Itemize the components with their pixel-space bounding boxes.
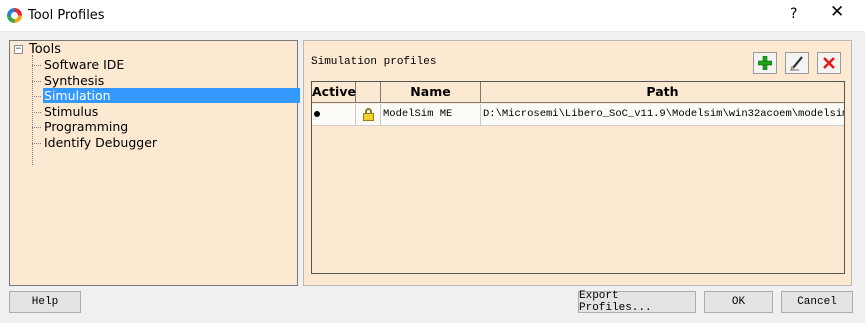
delete-profile-button[interactable] [817, 52, 841, 74]
tree-item-software-ide[interactable]: Software IDE [32, 57, 300, 73]
profiles-table: Active Name Path ModelSim ME D:\Microsem… [311, 81, 845, 274]
close-button[interactable]: ✕ [830, 4, 844, 21]
table-header: Active Name Path [312, 82, 844, 103]
active-radio-icon[interactable] [314, 111, 320, 117]
edit-profile-button[interactable] [785, 52, 809, 74]
active-cell[interactable] [312, 104, 356, 125]
tree-item-label: Programming [44, 119, 129, 134]
pencil-icon [790, 56, 803, 71]
tree-items: Software IDE Synthesis Simulation Stimul… [32, 57, 300, 150]
tree-item-label: Stimulus [44, 103, 99, 119]
cancel-button[interactable]: Cancel [781, 291, 853, 313]
profiles-panel: Simulation profiles Active Name Path Mod… [303, 40, 852, 286]
lock-icon [363, 108, 374, 121]
lock-cell [356, 104, 381, 125]
add-profile-button[interactable] [753, 52, 777, 74]
tree-item-synthesis[interactable]: Synthesis [32, 73, 300, 89]
plus-icon [758, 56, 772, 70]
column-header-path[interactable]: Path [481, 82, 844, 102]
profile-path: D:\Microsemi\Libero_SoC_v11.9\Modelsim\w… [483, 108, 844, 120]
title-bar: Tool Profiles ? ✕ [0, 0, 865, 32]
tools-tree: − Tools Software IDE Synthesis Simulatio… [9, 40, 300, 286]
collapse-icon[interactable]: − [14, 45, 23, 54]
profile-name: ModelSim ME [381, 104, 481, 125]
tree-item-label: Identify Debugger [44, 134, 158, 150]
tree-item-label: Software IDE [44, 57, 125, 72]
column-header-active[interactable]: Active [312, 82, 356, 102]
section-title: Simulation profiles [311, 56, 437, 68]
help-button[interactable]: ? [790, 6, 797, 22]
export-profiles-button[interactable]: Export Profiles... [578, 290, 696, 314]
tree-item-label: Simulation [43, 88, 300, 103]
table-row[interactable]: ModelSim ME D:\Microsemi\Libero_SoC_v11.… [312, 104, 844, 126]
ok-button[interactable]: OK [704, 291, 773, 313]
help-dialog-button[interactable]: Help [9, 291, 81, 313]
column-header-name[interactable]: Name [381, 82, 481, 102]
tree-item-stimulus[interactable]: Stimulus [32, 104, 300, 120]
tree-item-simulation[interactable]: Simulation [32, 88, 300, 104]
delete-x-icon [823, 57, 835, 69]
column-header-lock[interactable] [356, 82, 381, 102]
tree-item-label: Synthesis [44, 72, 105, 88]
window-title: Tool Profiles [28, 8, 105, 23]
tree-item-programming[interactable]: Programming [32, 119, 300, 135]
app-logo-icon [7, 8, 22, 23]
tree-root-tools[interactable]: − Tools [14, 42, 61, 57]
tree-item-identify-debugger[interactable]: Identify Debugger [32, 135, 300, 151]
tree-root-label: Tools [29, 42, 62, 57]
